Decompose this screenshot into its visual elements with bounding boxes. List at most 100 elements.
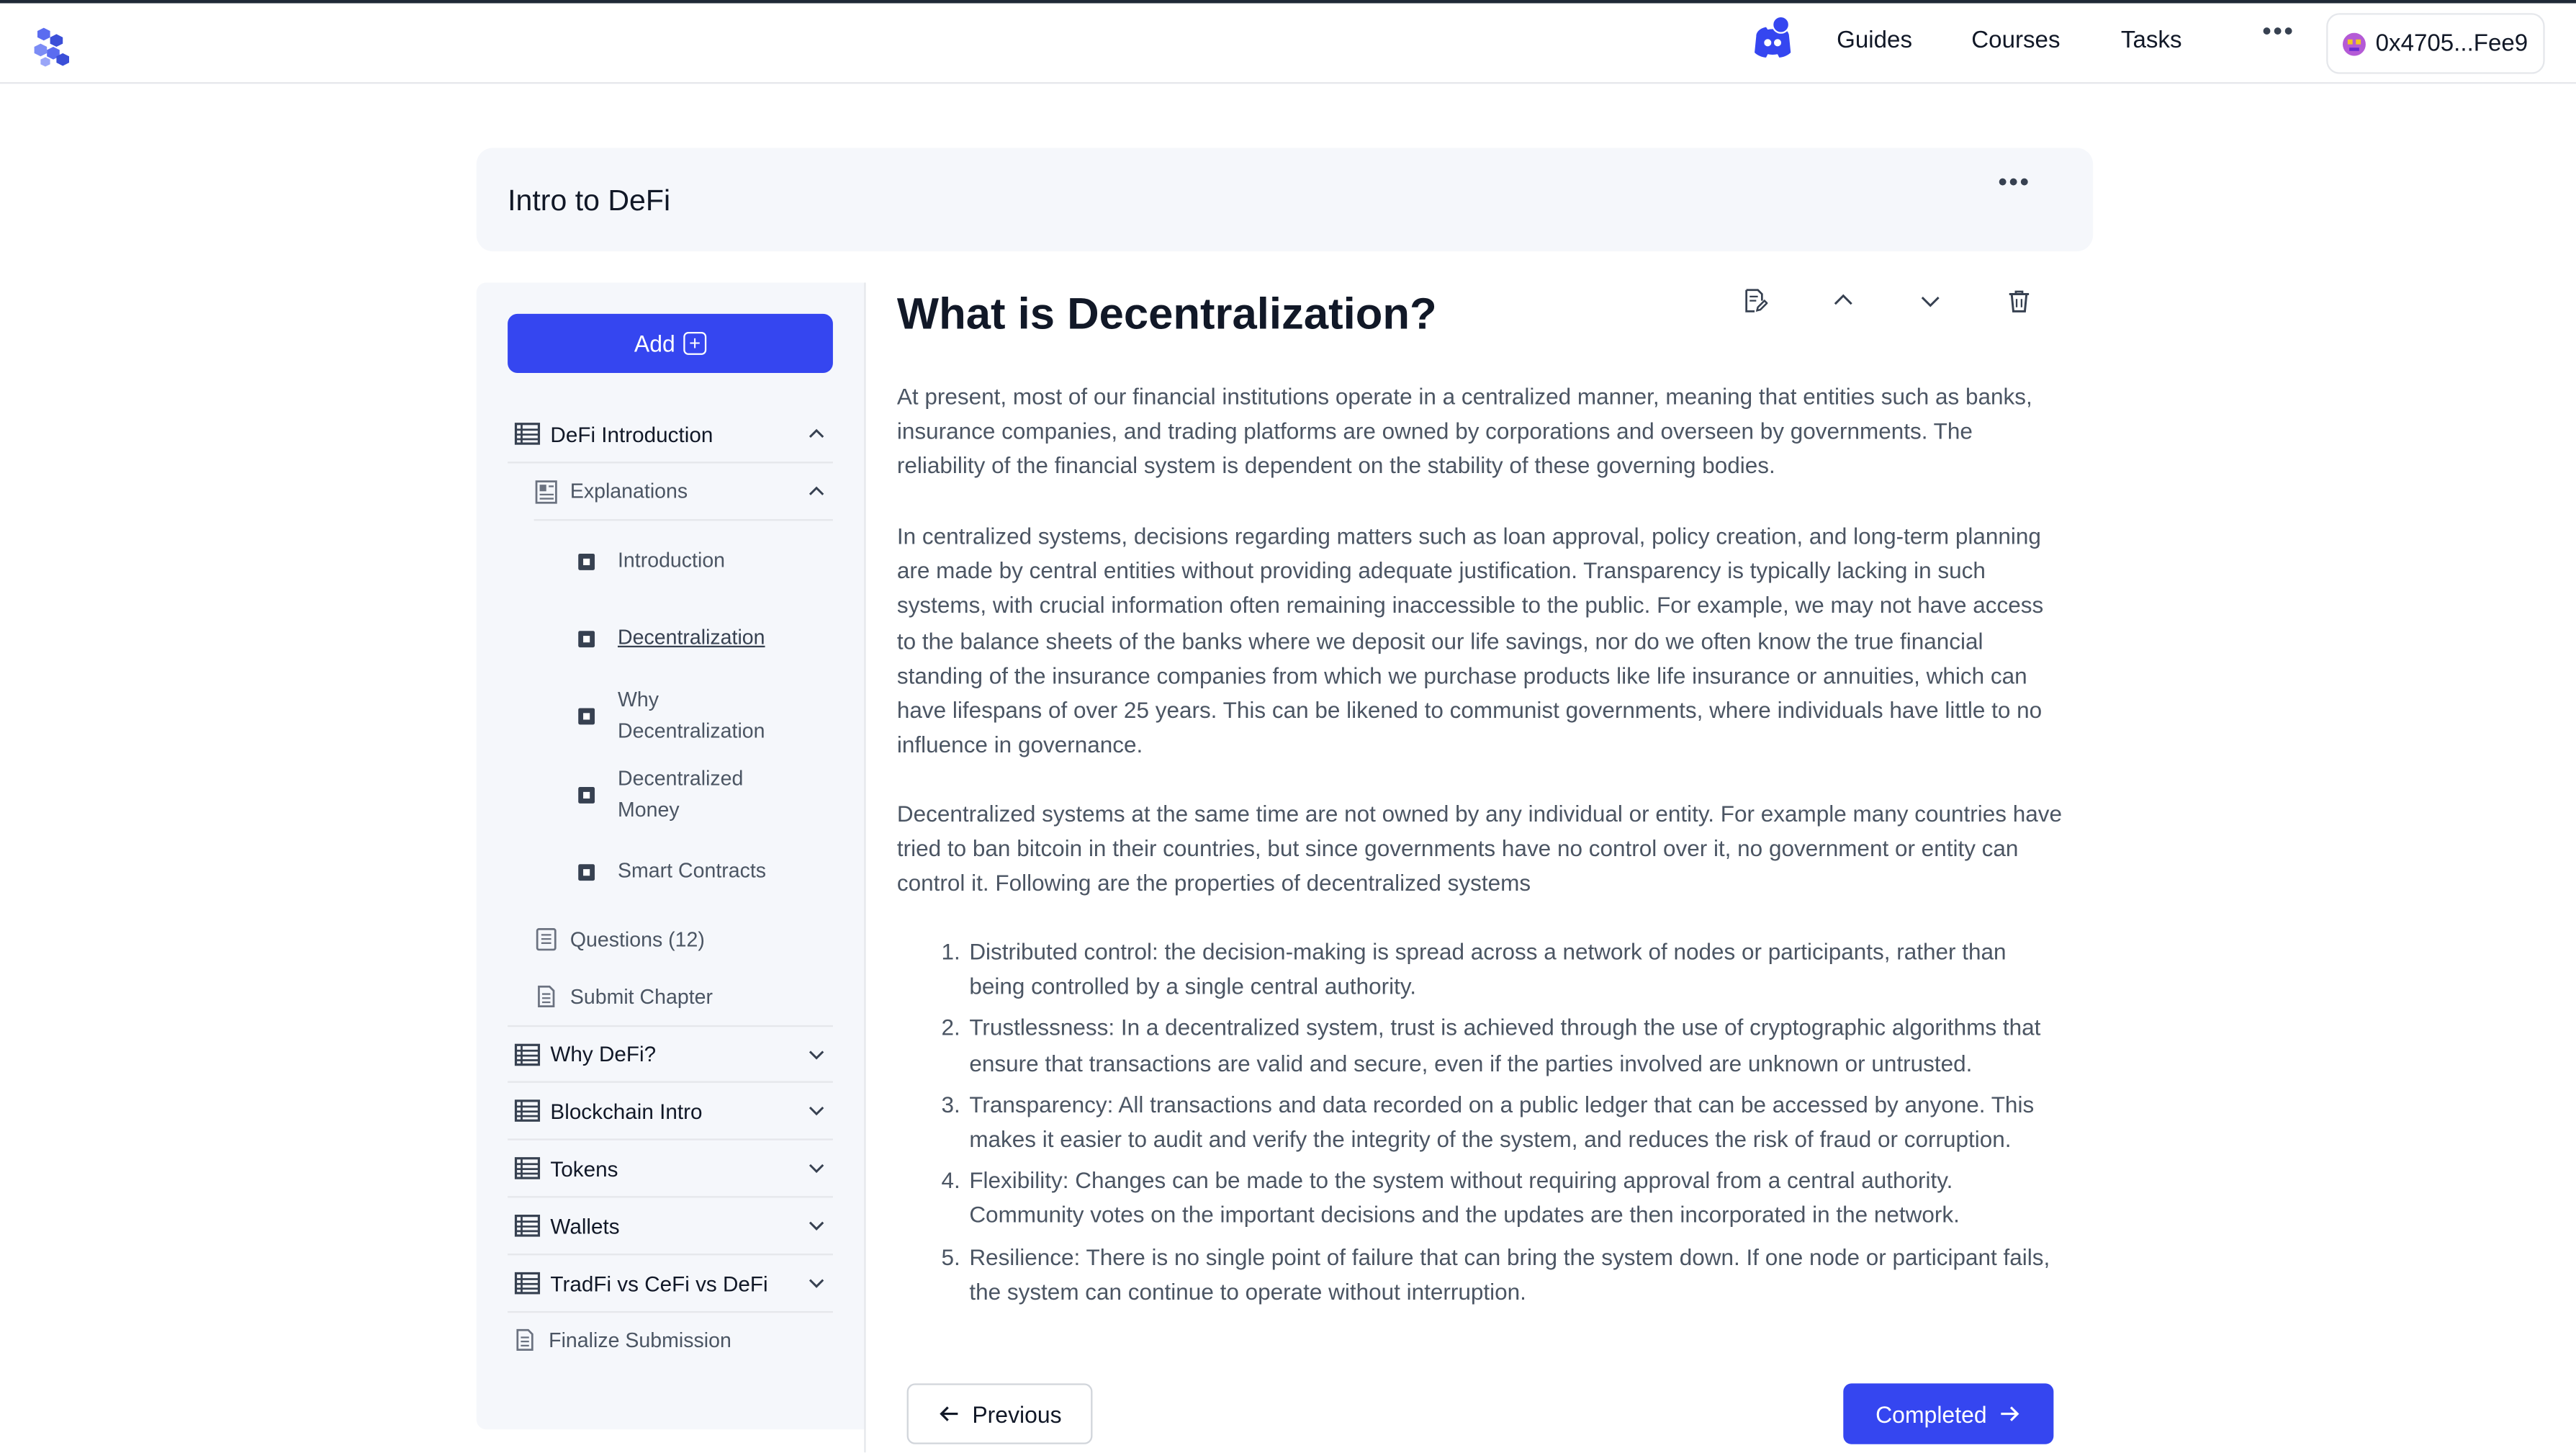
list-table-icon xyxy=(514,1272,541,1295)
list-item: 1. Distributed control: the decision-maki… xyxy=(897,935,2067,1004)
chevron-down-icon[interactable] xyxy=(806,1101,826,1120)
page-item-introduction[interactable]: Introduction xyxy=(578,546,824,577)
chapter-label: Why DeFi? xyxy=(550,1041,657,1066)
list-item-text: Flexibility: Changes can be made to the … xyxy=(969,1168,1960,1228)
list-item: 5. Resilience: There is no single point o… xyxy=(897,1240,2067,1310)
chapter-label: DeFi Introduction xyxy=(550,421,713,446)
content-paragraph: In centralized systems, decisions regard… xyxy=(896,523,2044,758)
section-questions[interactable]: Questions (12) xyxy=(534,910,833,968)
previous-button-label: Previous xyxy=(972,1400,1062,1427)
discord-icon[interactable] xyxy=(1752,16,1794,63)
chevron-down-icon[interactable] xyxy=(806,1273,826,1292)
completed-button[interactable]: Completed xyxy=(1843,1383,2054,1444)
list-item: 2. Trustlessness: In a decentralized syst… xyxy=(897,1011,2067,1081)
wallet-button[interactable]: 0x4705...Fee9 xyxy=(2326,13,2545,74)
chapter-label: Blockchain Intro xyxy=(550,1098,703,1123)
section-label: Questions (12) xyxy=(569,927,705,951)
page-bullet-icon xyxy=(578,630,595,647)
clipboard-list-icon xyxy=(536,928,557,951)
add-button-label: Add xyxy=(634,330,675,357)
chapter-defi-introduction[interactable]: DeFi Introduction xyxy=(508,406,833,464)
page-item-smart-contracts[interactable]: Smart Contracts xyxy=(578,856,824,887)
chevron-up-icon[interactable] xyxy=(1830,287,1857,314)
page-title: What is Decentralization? xyxy=(896,289,1437,339)
chapter-label: Wallets xyxy=(550,1213,620,1238)
list-number: 4. xyxy=(941,1168,960,1194)
list-number: 2. xyxy=(941,1016,960,1041)
document-icon xyxy=(538,985,555,1008)
finalize-submission[interactable]: Finalize Submission xyxy=(513,1328,731,1352)
course-sidebar: Add + DeFi Introduction Explanations Int… xyxy=(476,282,865,1430)
list-item-text: Trustlessness: In a decentralized system… xyxy=(969,1016,2041,1076)
sidebar-divider xyxy=(864,282,866,1453)
page-label: Decentralized Money xyxy=(617,767,744,822)
section-explanations[interactable]: Explanations xyxy=(533,463,833,521)
hexagon-swarm-logo[interactable] xyxy=(28,24,73,69)
completed-button-label: Completed xyxy=(1875,1400,1987,1427)
page-bullet-icon xyxy=(578,787,595,804)
course-header: Intro to DeFi ••• xyxy=(476,148,2094,252)
wallet-avatar-icon xyxy=(2342,32,2366,55)
list-table-icon xyxy=(514,423,541,445)
chevron-down-icon[interactable] xyxy=(806,1044,826,1063)
list-item-text: Distributed control: the decision-making… xyxy=(969,940,2007,999)
arrow-right-icon xyxy=(2001,1406,2020,1421)
chapter-why-defi[interactable]: Why DeFi? xyxy=(508,1025,833,1083)
course-title: Intro to DeFi xyxy=(508,184,671,217)
chevron-up-icon[interactable] xyxy=(806,482,826,501)
list-table-icon xyxy=(514,1099,541,1122)
section-label: Submit Chapter xyxy=(569,984,713,1008)
page-bullet-icon xyxy=(578,708,595,725)
chapter-blockchain-intro[interactable]: Blockchain Intro xyxy=(508,1083,833,1141)
chapter-tokens[interactable]: Tokens xyxy=(508,1141,833,1198)
wallet-address: 0x4705...Fee9 xyxy=(2375,30,2528,57)
list-number: 3. xyxy=(941,1092,960,1117)
list-number: 1. xyxy=(941,940,960,965)
nav-link-courses[interactable]: Courses xyxy=(1971,28,2060,55)
finalize-label: Finalize Submission xyxy=(549,1328,731,1351)
list-number: 5. xyxy=(941,1244,960,1270)
chevron-down-icon[interactable] xyxy=(806,1216,826,1236)
chapter-label: Tokens xyxy=(550,1156,618,1181)
chevron-up-icon[interactable] xyxy=(806,424,826,444)
content-paragraph: At present, most of our financial instit… xyxy=(896,384,2032,479)
top-navbar: Guides Courses Tasks ••• 0x4705...Fee9 xyxy=(0,3,2576,84)
chevron-down-icon[interactable] xyxy=(806,1159,826,1178)
edit-document-icon[interactable] xyxy=(1742,287,1768,314)
trash-icon[interactable] xyxy=(2006,287,2032,314)
page-label: Why Decentralization xyxy=(617,688,765,743)
plus-square-icon: + xyxy=(683,331,707,355)
properties-list: 1. Distributed control: the decision-maki… xyxy=(897,935,2067,1315)
previous-button[interactable]: Previous xyxy=(906,1383,1093,1444)
page-item-decentralization[interactable]: Decentralization xyxy=(578,623,824,654)
nav-link-tasks[interactable]: Tasks xyxy=(2121,28,2182,55)
chapter-tradfi-cefi-defi[interactable]: TradFi vs CeFi vs DeFi xyxy=(508,1255,833,1313)
chevron-down-icon[interactable] xyxy=(1917,287,1944,314)
list-item-text: Resilience: There is no single point of … xyxy=(969,1244,2050,1305)
arrow-left-icon xyxy=(939,1406,958,1421)
list-item-text: Transparency: All transactions and data … xyxy=(969,1092,2035,1152)
section-submit-chapter[interactable]: Submit Chapter xyxy=(534,968,833,1025)
chapter-wallets[interactable]: Wallets xyxy=(508,1198,833,1256)
page-item-decentralized-money[interactable]: Decentralized Money xyxy=(578,764,759,827)
page-item-why-decentralization[interactable]: Why Decentralization xyxy=(578,685,765,748)
section-label: Explanations xyxy=(569,480,688,503)
list-item: 4. Flexibility: Changes can be made to th… xyxy=(897,1164,2067,1233)
page-label: Smart Contracts xyxy=(617,859,767,883)
nav-link-guides[interactable]: Guides xyxy=(1837,28,1912,55)
document-image-icon xyxy=(535,480,557,503)
chapter-label: TradFi vs CeFi vs DeFi xyxy=(550,1271,768,1296)
document-icon xyxy=(516,1328,533,1351)
course-more-icon[interactable]: ••• xyxy=(1998,169,2030,199)
page-label-active: Decentralization xyxy=(617,626,765,649)
list-table-icon xyxy=(514,1043,541,1066)
list-table-icon xyxy=(514,1215,541,1237)
list-table-icon xyxy=(514,1157,541,1179)
list-item: 3. Transparency: All transactions and dat… xyxy=(897,1087,2067,1157)
page-bullet-icon xyxy=(578,552,595,570)
add-button[interactable]: Add + xyxy=(508,313,833,373)
page-label: Introduction xyxy=(617,549,726,572)
nav-more-icon[interactable]: ••• xyxy=(2262,18,2294,48)
content-paragraph: Decentralized systems at the same time a… xyxy=(896,801,2062,896)
app-stage: Guides Courses Tasks ••• 0x4705...Fee9 I… xyxy=(0,0,2576,1453)
